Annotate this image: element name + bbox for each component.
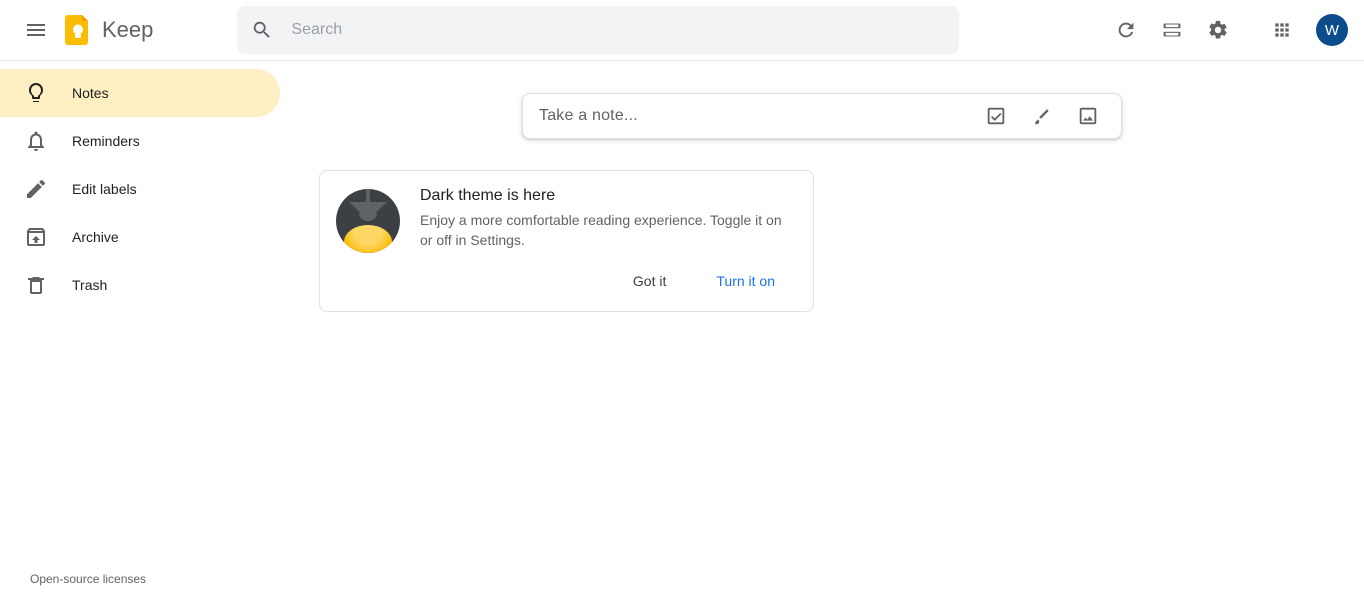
header-actions: W [1100,10,1348,50]
sidebar-item-label: Trash [72,277,107,293]
account-avatar[interactable]: W [1316,14,1348,46]
gear-icon [1207,19,1229,41]
search-icon [251,19,291,41]
sidebar-item-archive[interactable]: Archive [0,213,280,261]
dark-theme-promo-card: Dark theme is here Enjoy a more comforta… [319,170,814,312]
google-apps-button[interactable] [1262,10,1302,50]
search-bar[interactable] [237,6,959,54]
pencil-icon [24,177,72,201]
image-icon [1077,105,1099,127]
sidebar-item-edit-labels[interactable]: Edit labels [0,165,280,213]
promo-dismiss-button[interactable]: Got it [619,265,680,297]
checkbox-icon [985,105,1007,127]
product-name: Keep [102,17,153,43]
lamp-illustration [336,189,400,253]
sidebar-item-label: Edit labels [72,181,137,197]
keep-logo-icon [58,10,98,50]
refresh-icon [1115,19,1137,41]
product-logo-block[interactable]: Keep [58,10,153,50]
refresh-button[interactable] [1106,10,1146,50]
sidebar-item-trash[interactable]: Trash [0,261,280,309]
app-header: Keep W [0,0,1364,61]
new-image-note-button[interactable] [1065,93,1111,139]
new-drawing-button[interactable] [1019,93,1065,139]
bulb-icon [24,81,72,105]
list-view-icon [1161,19,1183,41]
sidebar: Notes Reminders Edit labels Archive Tras… [0,69,280,600]
open-source-licenses-link[interactable]: Open-source licenses [30,572,146,586]
apps-grid-icon [1272,20,1292,40]
archive-icon [24,225,72,249]
list-view-button[interactable] [1152,10,1192,50]
brush-icon [1031,105,1053,127]
take-note-placeholder[interactable]: Take a note... [539,107,973,125]
promo-body: Enjoy a more comfortable reading experie… [420,211,789,250]
settings-button[interactable] [1198,10,1238,50]
main-menu-button[interactable] [12,6,60,54]
sidebar-item-label: Notes [72,85,109,101]
take-note-box[interactable]: Take a note... [522,93,1122,139]
avatar-initial: W [1325,22,1339,39]
sidebar-item-notes[interactable]: Notes [0,69,280,117]
promo-action-button[interactable]: Turn it on [702,265,789,297]
sidebar-item-label: Archive [72,229,119,245]
sidebar-item-label: Reminders [72,133,140,149]
search-input[interactable] [291,6,959,54]
bell-icon [24,129,72,153]
new-list-button[interactable] [973,93,1019,139]
hamburger-icon [24,18,48,42]
sidebar-item-reminders[interactable]: Reminders [0,117,280,165]
trash-icon [24,273,72,297]
take-note-actions [973,93,1105,139]
promo-title: Dark theme is here [420,187,789,205]
